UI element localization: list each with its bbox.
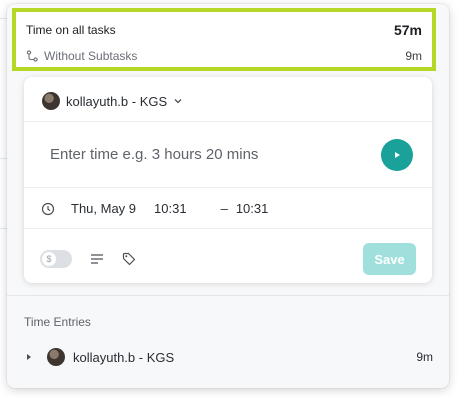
play-icon xyxy=(395,152,400,158)
time-tracking-popover: Time on all tasks 57m Without Subtasks 9… xyxy=(7,4,449,388)
time-total-label: Time on all tasks xyxy=(26,23,116,37)
without-subtasks-value: 9m xyxy=(405,49,422,63)
divider xyxy=(24,121,432,122)
end-time-input[interactable]: 10:31 xyxy=(236,201,269,216)
time-entry-form: kollayuth.b - KGS Thu, May 9 10:31 – 10:… xyxy=(24,77,432,283)
without-subtasks-row: Without Subtasks 9m xyxy=(26,49,422,63)
divider xyxy=(24,187,432,188)
tag-icon[interactable] xyxy=(120,250,138,268)
list-item[interactable]: kollayuth.b - KGS 9m xyxy=(25,348,433,366)
start-time-input[interactable]: 10:31 xyxy=(154,201,187,216)
save-button[interactable]: Save xyxy=(363,243,416,275)
entry-duration: 9m xyxy=(416,350,433,364)
entry-user-name: kollayuth.b - KGS xyxy=(73,349,175,365)
divider xyxy=(7,295,449,296)
time-duration-input[interactable] xyxy=(50,146,350,163)
assignee-name: kollayuth.b - KGS xyxy=(66,93,168,109)
time-entries-heading: Time Entries xyxy=(24,315,91,329)
start-timer-button[interactable] xyxy=(381,139,413,171)
time-summary-panel: Time on all tasks 57m Without Subtasks 9… xyxy=(12,8,436,71)
notes-icon[interactable] xyxy=(88,250,106,268)
caret-right-icon[interactable] xyxy=(25,353,33,361)
clock-icon xyxy=(41,202,55,215)
subtask-icon xyxy=(26,50,38,62)
billable-toggle[interactable]: $ xyxy=(40,250,72,268)
avatar xyxy=(42,92,60,110)
chevron-down-icon xyxy=(173,96,183,106)
date-time-row: Thu, May 9 10:31 – 10:31 xyxy=(41,201,268,216)
date-picker[interactable]: Thu, May 9 xyxy=(71,201,136,216)
time-total-value: 57m xyxy=(393,22,422,38)
billable-icon: $ xyxy=(42,252,56,266)
without-subtasks-label: Without Subtasks xyxy=(44,49,138,63)
time-range-dash: – xyxy=(220,201,228,216)
avatar xyxy=(47,348,65,366)
without-subtasks-label-group: Without Subtasks xyxy=(26,49,137,63)
assignee-selector[interactable]: kollayuth.b - KGS xyxy=(42,92,183,110)
time-total-row: Time on all tasks 57m xyxy=(26,22,422,38)
divider xyxy=(24,228,432,229)
entry-options-row: $ Save xyxy=(40,243,416,275)
